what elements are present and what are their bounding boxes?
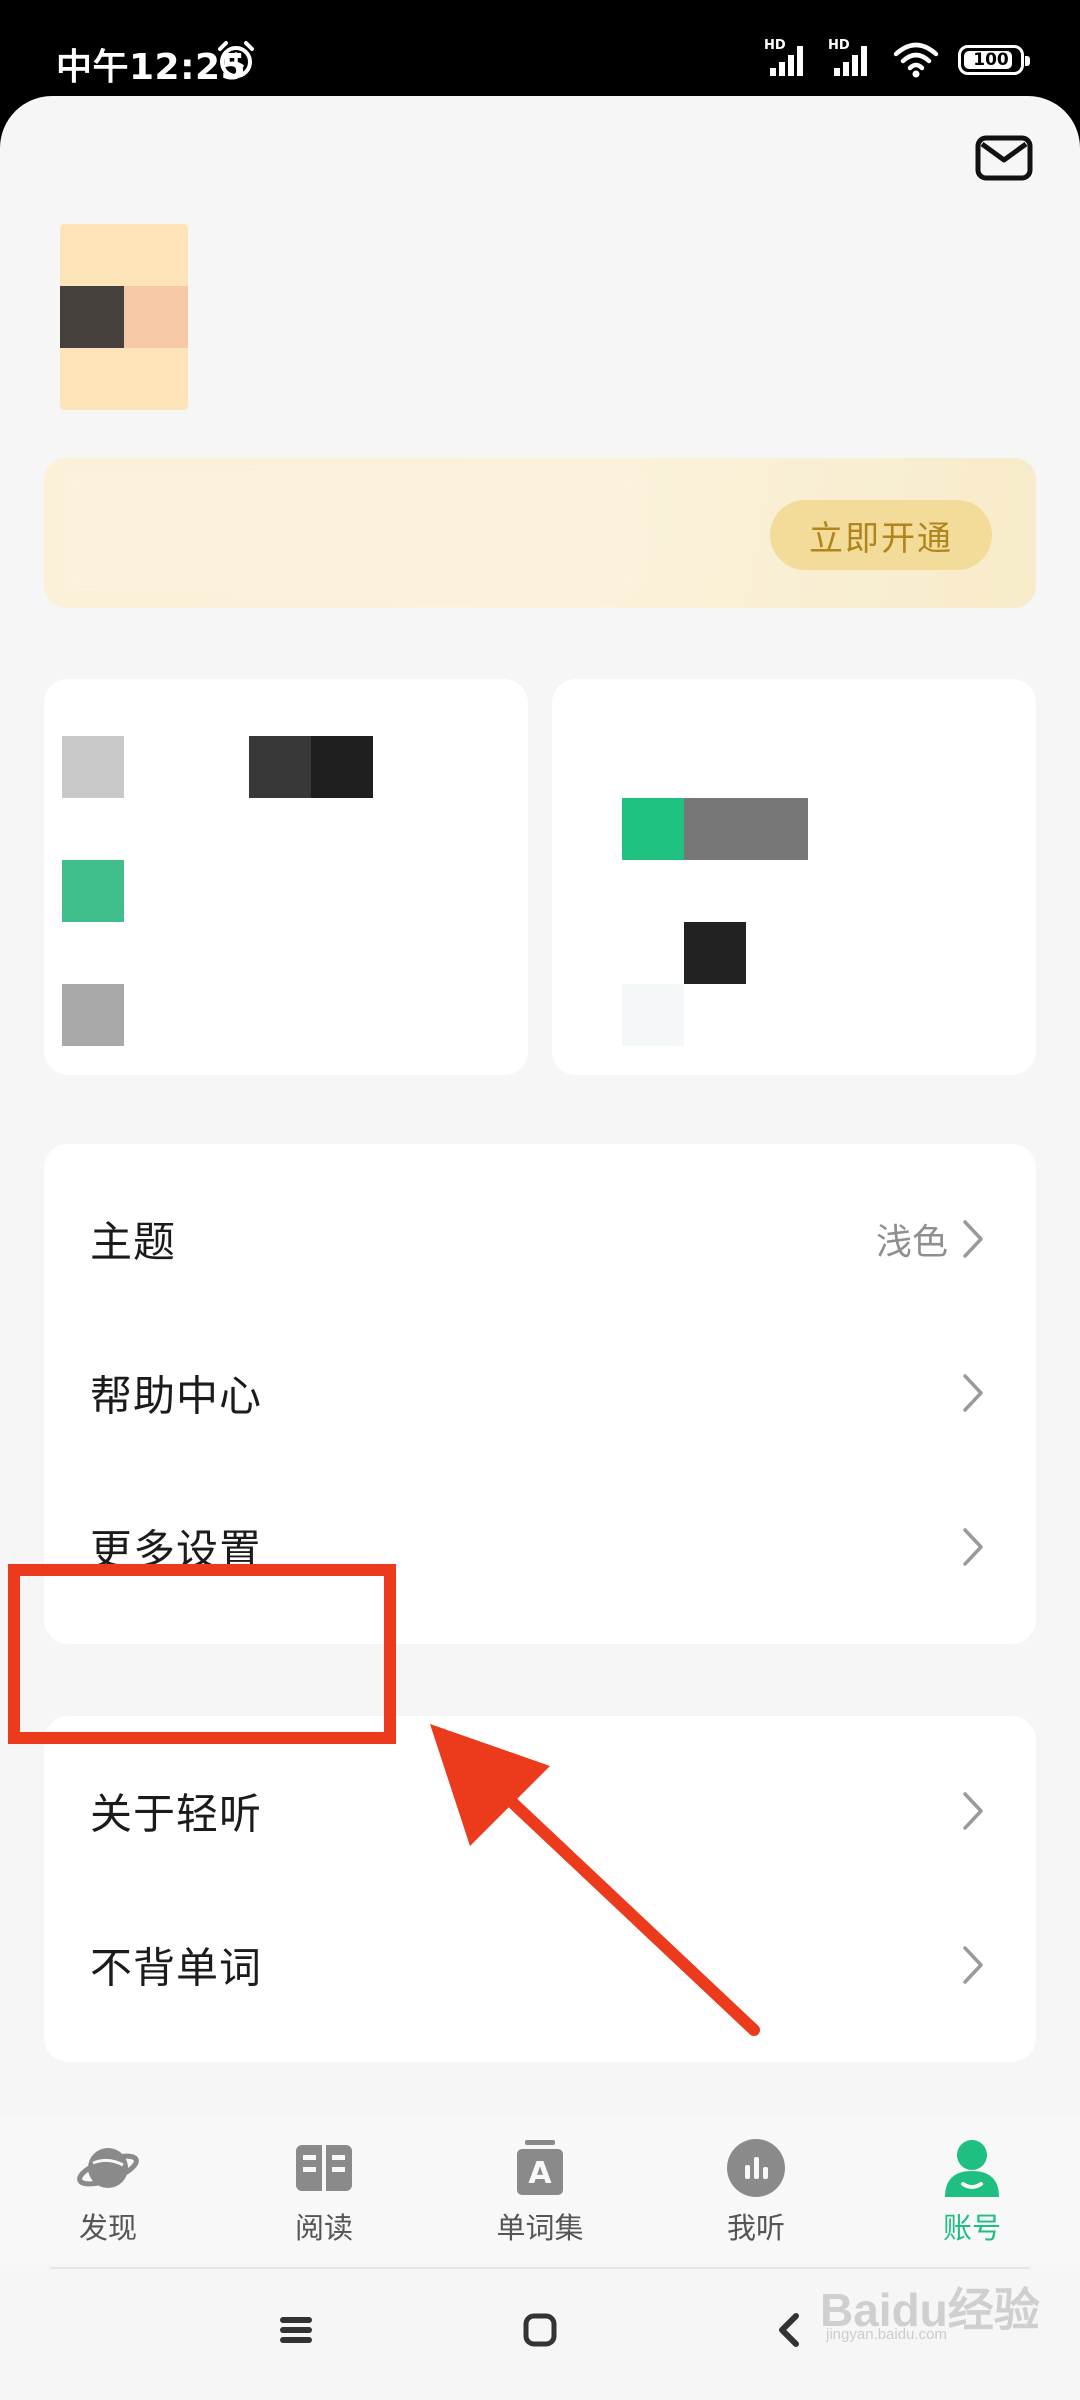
stats-card-right[interactable] [552,679,1036,1075]
blurred-text [311,736,373,798]
stats-card-left[interactable] [44,679,528,1075]
battery-icon: 100 [958,45,1030,75]
account-icon [945,2140,999,2197]
blurred-text [249,736,311,798]
blurred-text [684,922,746,984]
nav-item-word-sets[interactable]: A 单词集 [460,2137,620,2257]
annotation-highlight-box [8,1564,396,1744]
listen-icon [727,2139,785,2197]
chevron-right-icon [963,1220,983,1258]
annotation-arrow [430,1724,760,2036]
battery-level: 100 [973,50,1009,70]
watermark: Baidu经验 jingyan.baidu.com [820,2272,1060,2343]
nav-item-discover[interactable]: 发现 [28,2137,188,2257]
nav-item-read[interactable]: 阅读 [244,2137,404,2257]
chevron-right-icon [963,1374,983,1412]
vip-activate-button[interactable]: 立即开通 [770,500,992,570]
bottom-nav: 发现 阅读 A 单词集 我听 账号 [0,2117,1080,2265]
blurred-text [746,798,808,860]
book-icon [296,2145,352,2191]
planet-icon [77,2148,139,2188]
chevron-right-icon [963,1528,983,1566]
wifi-icon [893,42,939,78]
nav-label: 发现 [78,2211,137,2245]
settings-row-theme[interactable]: 主题 浅色 [44,1162,1036,1316]
home-icon[interactable] [522,2312,558,2348]
theme-value: 浅色 [875,1222,948,1263]
account-screen: 立即开通 主题 浅色 帮助中心 更多设置 关于轻听 不背单词 发现 阅读 A 单… [0,96,1080,2400]
avatar[interactable] [60,224,188,410]
nav-label: 账号 [942,2211,1001,2245]
settings-row-help-center[interactable]: 帮助中心 [44,1316,1036,1470]
nav-item-listening[interactable]: 我听 [676,2137,836,2257]
blurred-icon [622,798,684,860]
blurred-icon [62,736,124,798]
status-icons: HD HD 100 [764,38,1030,80]
chevron-right-icon [963,1792,983,1830]
cellular-signal-icon: HD [764,38,810,78]
alarm-icon [218,41,254,78]
word-book-icon: A [517,2140,563,2195]
watermark-url: jingyan.baidu.com [826,2326,947,2343]
svg-text:A: A [528,2156,552,2191]
nav-label: 我听 [726,2211,785,2245]
nav-label: 阅读 [294,2211,353,2245]
status-bar: 中午12:25 HD HD 100 [0,0,1080,110]
nav-divider [50,2267,1030,2269]
blurred-text [622,984,684,1046]
blurred-icon [62,984,124,1046]
blurred-text [684,798,746,860]
mail-icon[interactable] [974,132,1034,184]
cellular-signal-icon: HD [828,38,874,78]
nav-item-account[interactable]: 账号 [892,2137,1052,2257]
recent-apps-icon[interactable] [278,2312,314,2348]
blurred-icon [62,860,124,922]
nav-label: 单词集 [496,2211,584,2245]
settings-row-label: 主题 [90,1217,177,1267]
settings-row-label: 帮助中心 [90,1371,263,1421]
settings-row-label: 关于轻听 [90,1789,263,1839]
back-icon[interactable] [774,2312,804,2348]
settings-row-label: 不背单词 [90,1943,263,1993]
chevron-right-icon [963,1946,983,1984]
vip-banner[interactable]: 立即开通 [44,458,1036,608]
